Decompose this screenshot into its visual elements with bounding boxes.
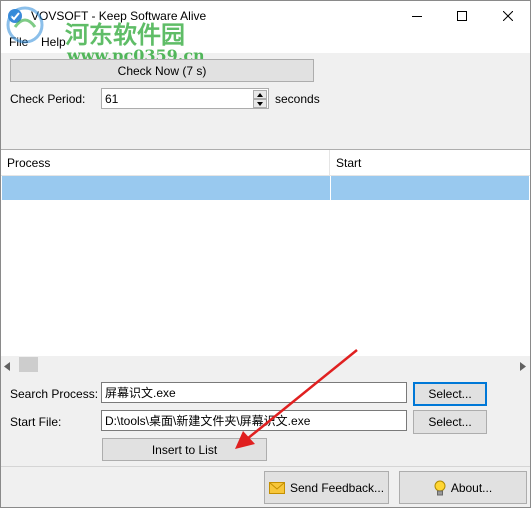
app-window: VOVSOFT - Keep Software Alive File Help … xyxy=(0,0,531,508)
red-arrow-icon xyxy=(235,349,358,449)
